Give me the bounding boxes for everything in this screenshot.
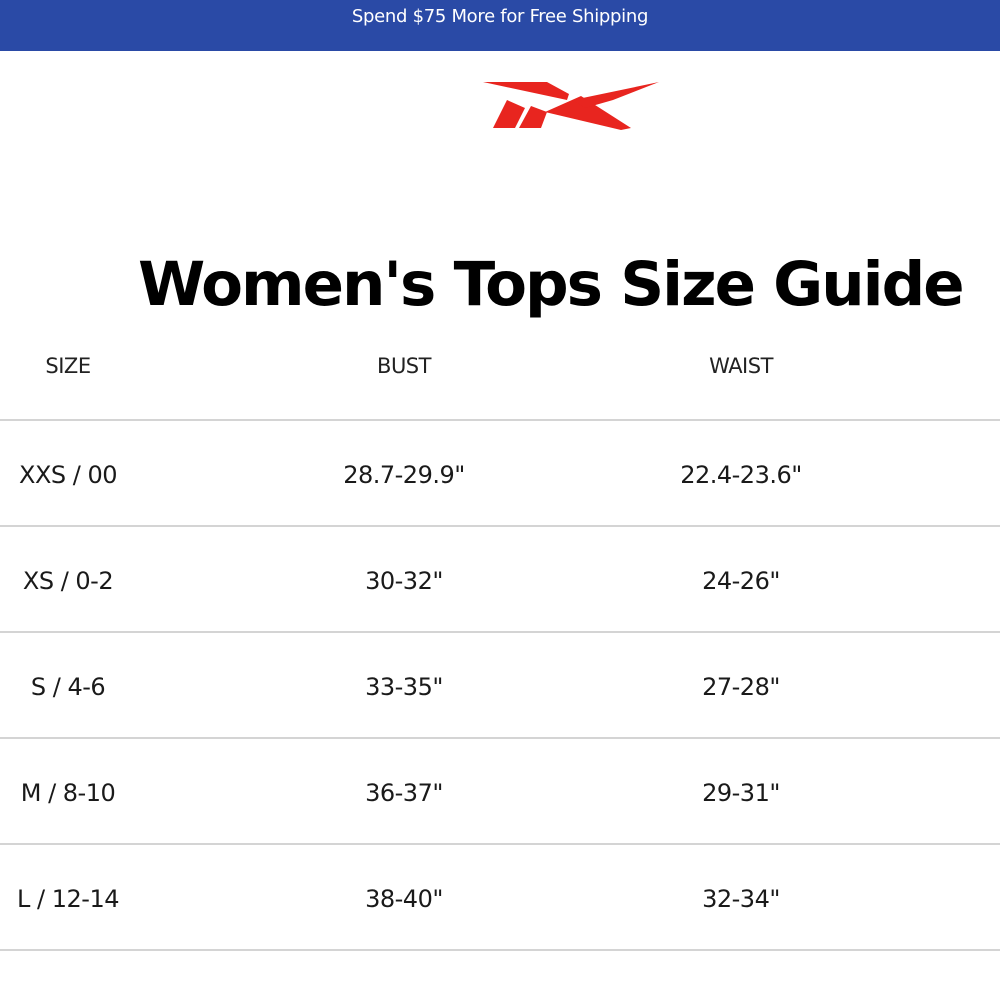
waist-cell: 27-28" [702, 673, 780, 701]
waist-cell: 24-26" [702, 567, 780, 595]
header-bust: BUST [377, 354, 431, 378]
size-table: SIZE BUST WAIST XXS / 00 28.7-29.9" 22.4… [0, 316, 1000, 951]
waist-cell: 29-31" [702, 779, 780, 807]
size-cell: M / 8-10 [20, 779, 116, 807]
size-cell: L / 12-14 [17, 885, 119, 913]
bust-cell: 30-32" [365, 567, 443, 595]
table-row: S / 4-6 33-35" 27-28" [0, 633, 1000, 739]
bust-cell: 36-37" [365, 779, 443, 807]
table-row: XXS / 00 28.7-29.9" 22.4-23.6" [0, 421, 1000, 527]
promo-banner[interactable]: Spend $75 More for Free Shipping [0, 0, 1000, 51]
bust-cell: 38-40" [365, 885, 443, 913]
page-title: Women's Tops Size Guide [138, 249, 965, 320]
waist-cell: 32-34" [702, 885, 780, 913]
promo-text: Spend $75 More for Free Shipping [351, 6, 649, 27]
reebok-logo-icon[interactable] [481, 78, 661, 132]
header-size: SIZE [45, 354, 91, 378]
size-cell: S / 4-6 [30, 673, 106, 701]
waist-cell: 22.4-23.6" [680, 461, 802, 489]
bust-cell: 33-35" [365, 673, 443, 701]
table-row: L / 12-14 38-40" 32-34" [0, 845, 1000, 951]
table-row: XS / 0-2 30-32" 24-26" [0, 527, 1000, 633]
bust-cell: 28.7-29.9" [343, 461, 465, 489]
size-cell: XS / 0-2 [22, 567, 114, 595]
header-waist: WAIST [709, 354, 773, 378]
table-header-row: SIZE BUST WAIST [0, 316, 1000, 421]
table-row: M / 8-10 36-37" 29-31" [0, 739, 1000, 845]
size-cell: XXS / 00 [19, 461, 118, 489]
